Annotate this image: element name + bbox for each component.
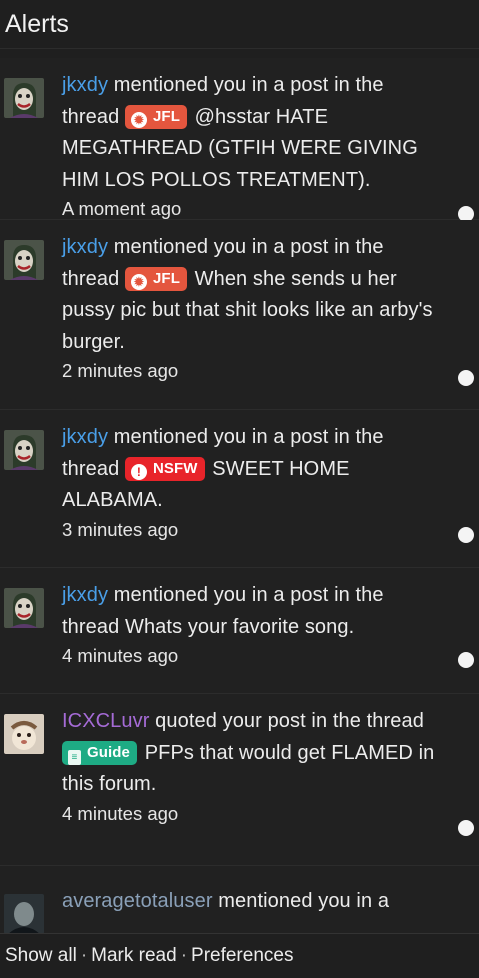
- unread-dot-icon[interactable]: [458, 527, 474, 543]
- alert-time: 4 minutes ago: [62, 802, 179, 824]
- alert-text: jkxdy mentioned you in a post in the thr…: [62, 422, 439, 517]
- book-icon: ≡: [68, 749, 81, 765]
- alert-item[interactable]: jkxdy mentioned you in a post in the thr…: [0, 220, 479, 410]
- prefix-badge-nsfw[interactable]: ! NSFW: [124, 456, 205, 481]
- thread-title-link[interactable]: Whats your favorite song.: [125, 616, 354, 638]
- alert-item[interactable]: jkxdy mentioned you in a post in the thr…: [0, 410, 479, 568]
- page-title: Alerts: [5, 10, 69, 38]
- show-all-link[interactable]: Show all: [5, 945, 77, 966]
- joker-avatar[interactable]: [4, 78, 44, 118]
- joker-avatar[interactable]: [4, 430, 44, 470]
- alert-text: jkxdy mentioned you in a post in the thr…: [62, 580, 439, 643]
- unread-dot-icon[interactable]: [458, 652, 474, 668]
- prefix-badge-jfl[interactable]: ✹ JFL: [124, 104, 187, 129]
- plush-avatar[interactable]: [4, 714, 44, 754]
- alert-text: jkxdy mentioned you in a post in the thr…: [62, 232, 439, 358]
- alert-item[interactable]: ICXCLuvr quoted your post in the thread …: [0, 694, 479, 866]
- prefix-badge-jfl[interactable]: ✹ JFL: [124, 266, 187, 291]
- alert-text: averagetotaluser mentioned you in a: [62, 886, 439, 918]
- mark-read-link[interactable]: Mark read: [91, 945, 177, 966]
- flame-icon: ✹: [130, 273, 147, 290]
- alert-time: A moment ago: [62, 198, 182, 219]
- alert-time: 2 minutes ago: [62, 360, 179, 381]
- preferences-link[interactable]: Preferences: [191, 945, 293, 966]
- alert-action: mentioned you in a: [218, 890, 390, 912]
- username-link[interactable]: jkxdy: [62, 584, 108, 606]
- footer-separator: ·: [80, 945, 88, 966]
- flame-icon: ✹: [130, 111, 147, 128]
- unread-dot-icon[interactable]: [458, 820, 474, 836]
- joker-avatar[interactable]: [4, 588, 44, 628]
- dark-avatar[interactable]: [4, 894, 44, 934]
- alert-action: quoted your post in the thread: [155, 710, 424, 732]
- username-link[interactable]: jkxdy: [62, 236, 108, 258]
- joker-avatar[interactable]: [4, 240, 44, 280]
- exclamation-icon: !: [130, 463, 147, 480]
- username-link[interactable]: jkxdy: [62, 426, 108, 448]
- alert-time: 3 minutes ago: [62, 518, 179, 540]
- alert-time: 4 minutes ago: [62, 645, 179, 666]
- username-link[interactable]: ICXCLuvr: [62, 710, 150, 732]
- unread-dot-icon[interactable]: [458, 370, 474, 386]
- footer-separator: ·: [180, 945, 188, 966]
- alerts-list[interactable]: jkxdy mentioned you in a post in the thr…: [0, 58, 479, 934]
- alerts-header: Alerts: [0, 0, 479, 49]
- alert-text: jkxdy mentioned you in a post in the thr…: [62, 70, 439, 196]
- prefix-badge-guide[interactable]: ≡ Guide: [62, 740, 138, 765]
- username-link[interactable]: jkxdy: [62, 74, 108, 96]
- username-link[interactable]: averagetotaluser: [62, 890, 213, 912]
- alert-item[interactable]: jkxdy mentioned you in a post in the thr…: [0, 568, 479, 694]
- alert-item[interactable]: jkxdy mentioned you in a post in the thr…: [0, 58, 479, 222]
- alert-item[interactable]: averagetotaluser mentioned you in a: [0, 866, 479, 934]
- alerts-footer: Show all · Mark read · Preferences: [0, 933, 479, 978]
- alert-text: ICXCLuvr quoted your post in the thread …: [62, 706, 439, 801]
